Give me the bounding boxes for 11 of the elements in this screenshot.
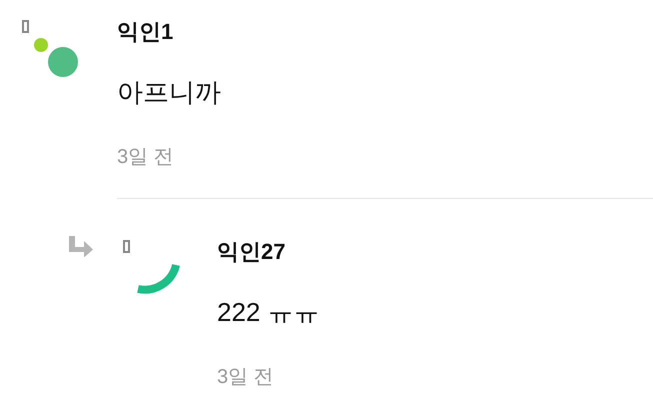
avatar-drawing xyxy=(33,37,81,79)
avatar-drawing xyxy=(135,262,183,296)
comment-text: 222 ㅠㅠ xyxy=(217,296,320,329)
reply-arrow-icon xyxy=(68,236,93,257)
author-name: 익인27 xyxy=(217,238,286,266)
author-name: 익인1 xyxy=(117,18,174,46)
timestamp: 3일 전 xyxy=(217,365,274,390)
comment-text: 아프니까 xyxy=(117,76,221,109)
timestamp: 3일 전 xyxy=(117,145,174,170)
image-placeholder-icon xyxy=(22,20,29,33)
image-placeholder-icon xyxy=(123,240,130,253)
